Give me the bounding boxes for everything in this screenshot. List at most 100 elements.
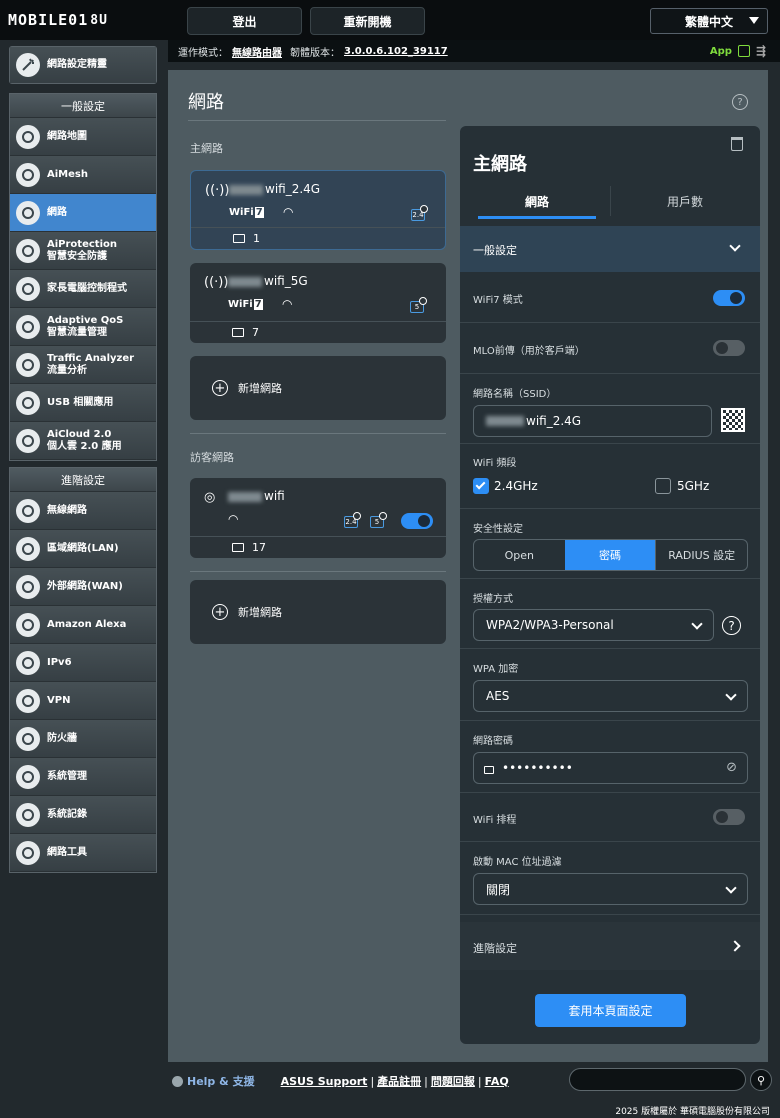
sidebar-item-label: 區域網路(LAN) [47,543,119,555]
ssid-input[interactable]: wifi_2.4G [473,405,712,437]
qr-code-icon[interactable] [721,408,745,432]
chevron-down-icon [725,882,737,894]
product-registration-link[interactable]: 產品註冊 [377,1073,421,1089]
schedule-toggle[interactable] [713,809,745,825]
guest-network-toggle[interactable] [401,513,433,529]
faq-link[interactable]: FAQ [485,1075,509,1088]
detail-title: 主網路 [473,154,527,175]
tab-clients[interactable]: 用戶數 [626,193,744,210]
language-select[interactable]: 繁體中文 [650,8,768,34]
firmware-link[interactable]: 3.0.0.6.102_39117 [344,46,448,57]
client-count-row: 1 [191,227,445,249]
ipv6-icon [16,650,40,675]
wpa-select[interactable]: AES [473,680,748,712]
apply-button[interactable]: 套用本頁面設定 [535,994,686,1027]
feedback-link[interactable]: 問題回報 [431,1073,475,1089]
app-link[interactable]: App [710,46,732,57]
add-network-button[interactable]: + 新增網路 [190,356,446,420]
sidebar-item-label: AiMesh [47,169,88,181]
sidebar-item-label-line1: 系統管理 [47,770,87,782]
sidebar-item-label-line1: Adaptive QoS [47,314,124,326]
security-label: 安全性設定 [473,524,523,535]
analyzer-icon [16,352,40,377]
help-icon[interactable]: ? [732,94,748,110]
tab-network[interactable]: 網路 [478,193,596,210]
sidebar-item-label-line2: 個人雲 2.0 應用 [47,440,122,452]
device-icon [233,234,245,243]
security-option-password[interactable]: 密碼 [564,540,656,570]
sidebar-item-general-2[interactable]: 網路 [10,194,156,232]
sidebar-item-wizard[interactable]: 網路設定精靈 [10,47,156,83]
devices-icon[interactable] [737,45,750,57]
band-24-checkbox[interactable] [473,478,489,494]
reboot-button[interactable]: 重新開機 [310,7,425,35]
client-count-row: 7 [190,321,446,343]
network-card-5g[interactable]: ((·)) wifi_5G WiFi 7 ◠ 5 7 [190,263,446,343]
sidebar-item-general-4[interactable]: 家長電腦控制程式 [10,270,156,308]
separator [460,322,760,323]
band-badge: 2.4 [411,205,428,221]
sidebar-item-advanced-9[interactable]: 網路工具 [10,834,156,872]
guest-network-card[interactable]: ◎ wifi ◠ 2.4 5 17 [190,478,446,558]
security-segmented-control: Open 密碼 RADIUS 設定 [473,539,748,571]
network-name: wifi_5G [228,274,308,288]
mac-filter-select[interactable]: 關閉 [473,873,748,905]
sidebar-item-advanced-8[interactable]: 系統記錄 [10,796,156,834]
sidebar-item-general-3[interactable]: AiProtection 智慧安全防護 [10,232,156,270]
sidebar-item-label: 防火牆 [47,733,77,745]
sidebar-item-label: 無線網路 [47,505,87,517]
sidebar-item-advanced-1[interactable]: 區域網路(LAN) [10,530,156,568]
eye-off-icon[interactable]: ⊘ [726,760,737,775]
sidebar-item-general-8[interactable]: AiCloud 2.0 個人雲 2.0 應用 [10,422,156,460]
sidebar-item-advanced-4[interactable]: IPv6 [10,644,156,682]
help-support-link[interactable]: Help & 支援 [187,1073,255,1089]
band-5-checkbox[interactable] [655,478,671,494]
separator [460,443,760,444]
logout-button[interactable]: 登出 [187,7,302,35]
network-name-text: wifi_5G [264,274,308,288]
add-guest-network-button[interactable]: + 新增網路 [190,580,446,644]
wan-icon [16,574,40,599]
wpa-value: AES [486,689,510,703]
sidebar-item-label-line1: Amazon Alexa [47,618,127,630]
usb-icon[interactable]: ⇶ [756,44,766,58]
sidebar-item-advanced-3[interactable]: Amazon Alexa [10,606,156,644]
sidebar-item-general-0[interactable]: 網路地圖 [10,118,156,156]
search-icon[interactable]: ⚲ [750,1069,772,1091]
sidebar-item-general-1[interactable]: AiMesh [10,156,156,194]
sidebar-item-general-5[interactable]: Adaptive QoS 智慧流量管理 [10,308,156,346]
sidebar-item-advanced-0[interactable]: 無線網路 [10,492,156,530]
sidebar-item-label: VPN [47,695,70,707]
password-label: 網路密碼 [473,736,513,747]
blurred-ssid [486,416,524,426]
sidebar-item-advanced-7[interactable]: 系統管理 [10,758,156,796]
asus-support-link[interactable]: ASUS Support [281,1075,368,1088]
sidebar-item-advanced-6[interactable]: 防火牆 [10,720,156,758]
divider [190,433,446,434]
auth-select[interactable]: WPA2/WPA3-Personal [473,609,714,641]
sidebar-item-label-line1: AiMesh [47,168,88,180]
sidebar-item-general-7[interactable]: USB 相關應用 [10,384,156,422]
general-settings-header: 一般設定 [10,94,156,118]
help-icon[interactable]: ? [722,616,741,635]
logo-suffix: 8U [90,12,108,28]
mode-link[interactable]: 無線路由器 [232,44,282,59]
client-count: 7 [252,326,259,339]
trash-icon[interactable] [731,137,743,151]
search-input[interactable] [569,1068,746,1091]
wifi7-toggle[interactable] [713,290,745,306]
sidebar-item-label: 家長電腦控制程式 [47,283,127,295]
sidebar-item-advanced-5[interactable]: VPN [10,682,156,720]
band-badge-2g: 2.4 [344,512,361,528]
security-option-radius[interactable]: RADIUS 設定 [655,540,747,570]
logo: MOBILE01 8U [8,6,108,34]
security-option-open[interactable]: Open [474,540,565,570]
sidebar-item-advanced-2[interactable]: 外部網路(WAN) [10,568,156,606]
password-input[interactable]: •••••••••• ⊘ [473,752,748,784]
network-card-2g[interactable]: ((·)) wifi_2.4G WiFi 7 ◠ 2.4 1 [190,170,446,250]
mlo-toggle[interactable] [713,340,745,356]
ssid-value: wifi_2.4G [526,414,582,428]
auth-label: 授權方式 [473,594,513,605]
sidebar-item-general-6[interactable]: Traffic Analyzer 流量分析 [10,346,156,384]
mlo-label: MLO前傳（用於客戶端） [473,346,585,357]
